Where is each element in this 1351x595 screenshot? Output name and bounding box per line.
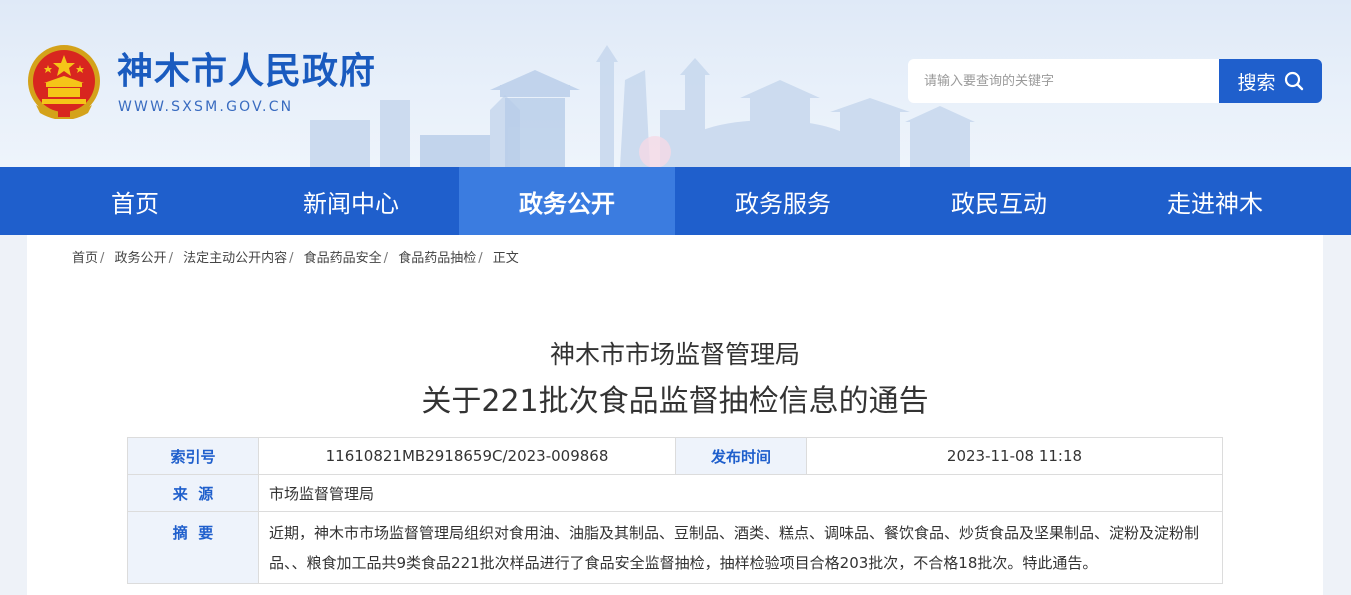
nav-item-gov-affairs[interactable]: 政务公开 [459,167,675,235]
nav-item-home[interactable]: 首页 [27,167,243,235]
date-label: 发布时间 [675,437,807,475]
article-subtitle: 神木市市场监督管理局 [549,340,800,369]
search-input[interactable] [908,59,1220,103]
breadcrumb-statutory[interactable]: 法定主动公开内容 [183,251,287,266]
breadcrumb-current: 正文 [492,251,519,266]
breadcrumb-gov-affairs[interactable]: 政务公开 [115,251,167,266]
article-title: 关于221批次食品监督抽检信息的通告 [421,384,929,419]
site-header: 神木市人民政府 WWW.SXSM.GOV.CN 搜索 [0,0,1351,167]
national-emblem-icon [28,45,100,119]
search-button[interactable]: 搜索 [1219,59,1322,103]
city-skyline-illustration [310,45,975,167]
meta-row-abstract: 摘 要 近期，神木市市场监督管理局组织对食用油、油脂及其制品、豆制品、酒类、糕点… [127,511,1223,584]
nav-item-interaction[interactable]: 政民互动 [891,167,1107,235]
abstract-value: 近期，神木市市场监督管理局组织对食用油、油脂及其制品、豆制品、酒类、糕点、调味品… [258,511,1223,584]
breadcrumb-food-drug-safety[interactable]: 食品药品安全 [304,251,382,266]
source-label: 来 源 [127,474,259,512]
meta-row-source: 来 源 市场监督管理局 [127,474,1223,512]
content-panel: 首页 / 政务公开 / 法定主动公开内容 / 食品药品安全 / 食品药品抽检 / 正文 神… [27,235,1323,595]
meta-row-index: 索引号 11610821MB2918659C/2023-009868 发布时间 … [127,437,1223,475]
date-value: 2023-11-08 11:18 [806,437,1223,475]
site-title[interactable]: 神木市人民政府 [117,50,376,94]
search-button-label: 搜索 [1237,71,1276,94]
breadcrumb-food-drug-inspection[interactable]: 食品药品抽检 [398,251,476,266]
index-value: 11610821MB2918659C/2023-009868 [258,437,676,475]
breadcrumb-home[interactable]: 首页 [72,251,98,266]
nav-item-about[interactable]: 走进神木 [1107,167,1323,235]
index-label: 索引号 [127,437,259,475]
main-nav: 首页 新闻中心 政务公开 政务服务 政民互动 走进神木 [0,167,1351,235]
search-box: 搜索 [908,59,1322,103]
nav-item-services[interactable]: 政务服务 [675,167,891,235]
nav-item-news[interactable]: 新闻中心 [243,167,459,235]
source-value: 市场监督管理局 [258,474,1223,512]
site-url: WWW.SXSM.GOV.CN [118,99,294,115]
search-icon [1284,71,1303,91]
article-meta-table: 索引号 11610821MB2918659C/2023-009868 发布时间 … [127,437,1223,584]
abstract-label: 摘 要 [127,511,259,584]
breadcrumb: 首页 / 政务公开 / 法定主动公开内容 / 食品药品安全 / 食品药品抽检 / 正文 [72,251,519,266]
